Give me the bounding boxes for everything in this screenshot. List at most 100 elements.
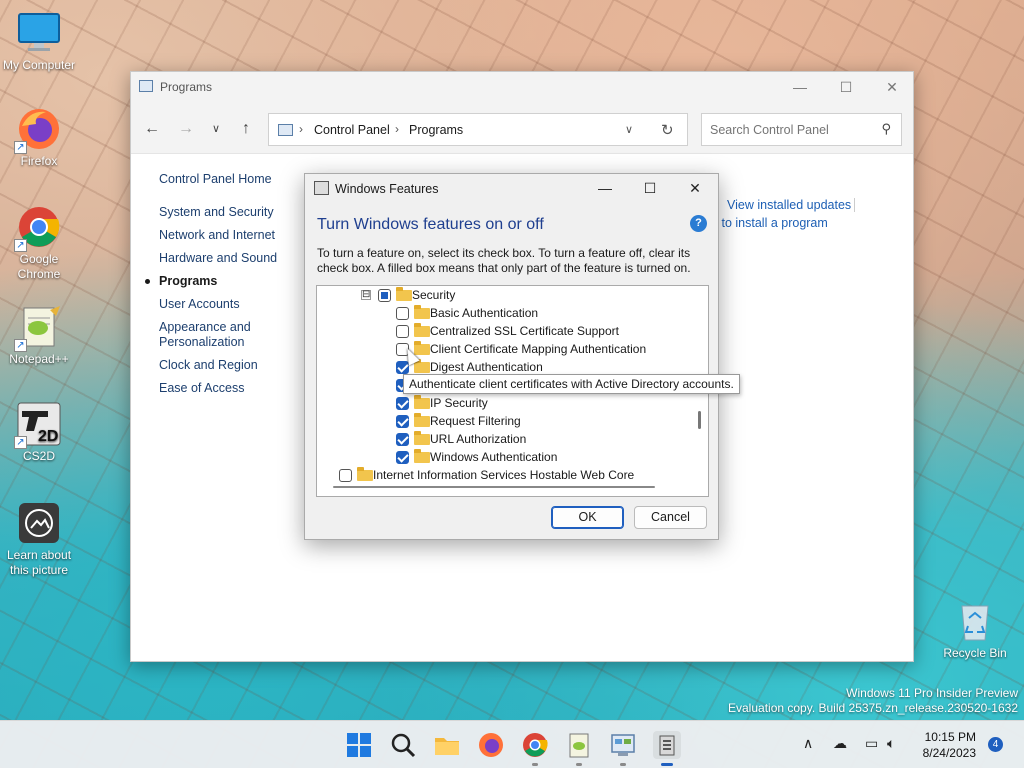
- desktop-icon-my-computer[interactable]: My Computer: [1, 10, 77, 73]
- maximize-button[interactable]: ☐: [823, 72, 869, 102]
- checkbox-checked[interactable]: [396, 433, 409, 446]
- checkbox-checked[interactable]: [396, 415, 409, 428]
- view-installed-updates-link[interactable]: View installed updates: [727, 196, 851, 214]
- tree-item-label: Basic Authentication: [430, 306, 539, 320]
- close-button[interactable]: ✕: [672, 174, 718, 202]
- monitor-icon: [16, 10, 62, 56]
- evaluation-watermark: Windows 11 Pro Insider Preview Evaluatio…: [728, 686, 1018, 716]
- checkbox[interactable]: [396, 325, 409, 338]
- sidebar-item-clock-and-region[interactable]: Clock and Region: [159, 358, 299, 373]
- control-panel-titlebar[interactable]: Programs — ☐ ✕: [131, 72, 913, 102]
- minimize-button[interactable]: —: [777, 72, 823, 102]
- notification-badge[interactable]: 4: [988, 737, 1003, 752]
- desktop-icon-chrome[interactable]: ↗ Google Chrome: [1, 204, 77, 282]
- running-indicator: [532, 763, 538, 766]
- windows-features-icon: [314, 181, 329, 195]
- horizontal-scrollbar[interactable]: [333, 486, 655, 488]
- desktop-icon-label: Learn about this picture: [6, 548, 72, 577]
- folder-icon: [414, 413, 430, 427]
- maximize-button[interactable]: ☐: [627, 174, 673, 202]
- checkbox-checked[interactable]: [396, 451, 409, 464]
- install-program-link[interactable]: w to install a program: [709, 214, 828, 232]
- checkbox-checked[interactable]: [396, 397, 409, 410]
- sidebar-item-programs[interactable]: Programs: [145, 274, 299, 289]
- sidebar-item-control-panel-home[interactable]: Control Panel Home: [159, 172, 299, 187]
- window-title: Programs: [160, 80, 213, 94]
- windows-start-icon[interactable]: [345, 731, 373, 759]
- breadcrumb-control-panel[interactable]: Control Panel: [314, 123, 390, 137]
- onedrive-offline-icon[interactable]: ☁: [833, 735, 847, 752]
- firefox-icon[interactable]: [477, 731, 505, 759]
- file-explorer-icon[interactable]: [433, 731, 461, 759]
- running-indicator: [576, 763, 582, 766]
- watermark-line-1: Windows 11 Pro Insider Preview: [846, 686, 1018, 700]
- folder-icon: [414, 323, 430, 337]
- desktop-icon-recycle-bin[interactable]: Recycle Bin: [937, 598, 1013, 661]
- desktop-icon-cs2d[interactable]: 2D ↗ CS2D: [1, 401, 77, 464]
- search-input[interactable]: [710, 121, 870, 139]
- dialog-title: Windows Features: [335, 182, 439, 196]
- sidebar-item-ease-of-access[interactable]: Ease of Access: [159, 381, 299, 396]
- cancel-button[interactable]: Cancel: [634, 506, 707, 529]
- recent-locations-chevron-icon[interactable]: ∨: [205, 118, 227, 140]
- desktop-icon-label: Google Chrome: [17, 252, 61, 281]
- taskbar: ∧ ☁ ▭ 🔈︎ 10:15 PM 8/24/2023 4: [0, 720, 1024, 768]
- back-arrow-icon[interactable]: ←: [141, 118, 163, 140]
- folder-icon: [414, 449, 430, 463]
- clock-time: 10:15 PM: [924, 730, 976, 744]
- minimize-button[interactable]: —: [582, 174, 628, 202]
- windows-features-icon[interactable]: [653, 731, 681, 759]
- search-icon[interactable]: ⚲: [881, 121, 891, 137]
- up-arrow-icon[interactable]: ↑: [235, 118, 257, 140]
- vertical-scrollbar[interactable]: [698, 411, 701, 429]
- checkbox[interactable]: [339, 469, 352, 482]
- active-indicator: [661, 763, 673, 766]
- folder-icon: [414, 359, 430, 373]
- sidebar-item-user-accounts[interactable]: User Accounts: [159, 297, 299, 312]
- checkbox-partial[interactable]: [378, 289, 391, 302]
- help-icon[interactable]: ?: [690, 215, 707, 232]
- breadcrumb-separator-icon: ›: [299, 122, 303, 136]
- sidebar-item-hardware-and-sound[interactable]: Hardware and Sound: [159, 251, 299, 266]
- notepad-plus-plus-icon[interactable]: [565, 731, 593, 759]
- firefox-icon: ↗: [14, 106, 62, 154]
- sidebar: Control Panel Home System and Security N…: [145, 172, 299, 404]
- desktop-icon-label: Recycle Bin: [943, 646, 1007, 660]
- sidebar-item-network-and-internet[interactable]: Network and Internet: [159, 228, 299, 243]
- notepad-plus-plus-icon: ↗: [14, 304, 62, 352]
- breadcrumb-separator-icon: ›: [395, 122, 399, 136]
- desktop-icon-firefox[interactable]: ↗ Firefox: [1, 106, 77, 169]
- forward-arrow-icon[interactable]: →: [175, 118, 197, 140]
- volume-icon[interactable]: 🔈︎: [887, 735, 895, 752]
- sidebar-item-system-and-security[interactable]: System and Security: [159, 205, 299, 220]
- checkbox[interactable]: [396, 307, 409, 320]
- control-panel-icon[interactable]: [609, 731, 637, 759]
- tree-item-label: Centralized SSL Certificate Support: [430, 324, 619, 338]
- chrome-icon[interactable]: [521, 731, 549, 759]
- tree-item-label: Internet Information Services Hostable W…: [373, 468, 635, 482]
- sidebar-item-appearance-and-personalization[interactable]: Appearance and Personalization: [159, 320, 299, 350]
- ok-button[interactable]: OK: [551, 506, 624, 529]
- shortcut-arrow-icon: ↗: [14, 239, 27, 252]
- dialog-heading: Turn Windows features on or off: [317, 216, 544, 233]
- address-bar[interactable]: › Control Panel › Programs ∨ ↻: [268, 113, 688, 146]
- clock-date: 8/24/2023: [922, 746, 976, 760]
- navigation-bar: ← → ∨ ↑ › Control Panel › Programs ∨ ↻ ⚲: [131, 102, 913, 154]
- folder-icon: [414, 431, 430, 445]
- cs2d-icon: 2D ↗: [14, 401, 62, 449]
- network-icon[interactable]: ▭: [865, 735, 878, 752]
- system-clock[interactable]: 10:15 PM 8/24/2023: [910, 729, 976, 761]
- running-indicator: [620, 763, 626, 766]
- svg-text:2D: 2D: [38, 428, 58, 445]
- collapse-icon[interactable]: ⊟: [361, 290, 371, 300]
- address-dropdown-chevron-icon[interactable]: ∨: [625, 123, 633, 136]
- search-box[interactable]: ⚲: [701, 113, 902, 146]
- search-icon[interactable]: [389, 731, 417, 759]
- refresh-icon[interactable]: ↻: [661, 121, 674, 139]
- desktop-icon-learn-about-picture[interactable]: Learn about this picture: [1, 500, 77, 578]
- close-button[interactable]: ✕: [869, 72, 915, 102]
- watermark-line-2: Evaluation copy. Build 25375.zn_release.…: [728, 701, 1018, 715]
- breadcrumb-programs[interactable]: Programs: [409, 123, 463, 137]
- desktop-icon-notepad-plus-plus[interactable]: ↗ Notepad++: [1, 304, 77, 367]
- show-hidden-icons-chevron-icon[interactable]: ∧: [803, 735, 813, 752]
